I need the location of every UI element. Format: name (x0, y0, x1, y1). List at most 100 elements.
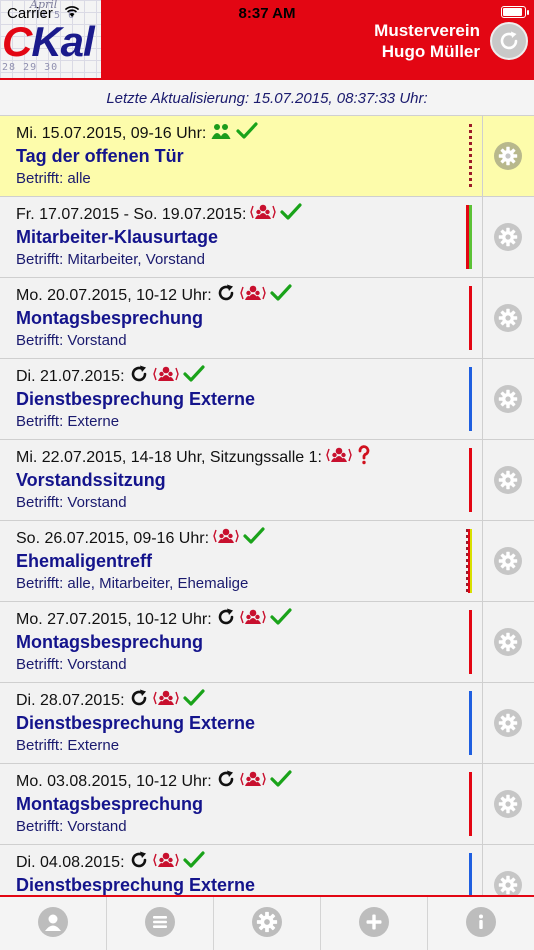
event-body: Fr. 17.07.2015 - So. 19.07.2015: Mitarbei… (16, 202, 464, 270)
event-settings-button[interactable] (494, 223, 522, 251)
event-settings-button[interactable] (494, 628, 522, 656)
tab-info[interactable] (428, 897, 534, 950)
event-title: Dienstbesprechung Externe (16, 875, 256, 895)
gear-icon (498, 632, 518, 652)
event-title: Mitarbeiter-Klausurtage (16, 227, 219, 247)
category-stripe (469, 691, 472, 755)
event-date: Mo. 03.08.2015, 10-12 Uhr: (16, 773, 212, 790)
event-body: So. 26.07.2015, 09-16 Uhr: Ehemaligentref… (16, 526, 464, 594)
event-row[interactable]: Di. 04.08.2015: Dienstbesprechung Externe (0, 845, 534, 895)
event-body: Mi. 22.07.2015, 14-18 Uhr, Sitzungssalle… (16, 444, 464, 513)
gear-icon (498, 389, 518, 409)
group-red-icon (239, 283, 266, 310)
event-row[interactable]: Mo. 27.07.2015, 10-12 Uhr: Montagsbesprec… (0, 602, 534, 683)
event-row[interactable]: Mo. 03.08.2015, 10-12 Uhr: Montagsbesprec… (0, 764, 534, 845)
event-settings-cell (482, 845, 534, 895)
category-stripes (466, 367, 472, 431)
check-icon (270, 769, 292, 795)
category-stripes (466, 772, 472, 836)
event-row[interactable]: Di. 21.07.2015: Dienstbesprechung Externe… (0, 359, 534, 440)
category-stripes (466, 529, 472, 593)
event-settings-cell (482, 116, 534, 196)
category-stripes (466, 124, 472, 188)
event-body: Di. 28.07.2015: Dienstbesprechung Externe… (16, 688, 464, 756)
category-stripes (466, 286, 472, 350)
event-body: Mi. 15.07.2015, 09-16 Uhr: Tag der offene… (16, 121, 464, 189)
check-icon (182, 850, 205, 876)
repeat-icon (216, 607, 236, 634)
event-settings-button[interactable] (494, 466, 522, 494)
event-row[interactable]: Mo. 20.07.2015, 10-12 Uhr: Montagsbesprec… (0, 278, 534, 359)
event-settings-button[interactable] (494, 709, 522, 737)
event-date: Fr. 17.07.2015 - So. 19.07.2015: (16, 206, 247, 223)
event-settings-cell (482, 278, 534, 358)
event-audience: Betrifft: alle (16, 170, 91, 187)
category-stripe (469, 772, 472, 836)
gear-icon (498, 308, 518, 328)
event-title: Montagsbesprechung (16, 308, 204, 328)
event-row[interactable]: Di. 28.07.2015: Dienstbesprechung Externe… (0, 683, 534, 764)
event-body: Mo. 27.07.2015, 10-12 Uhr: Montagsbesprec… (16, 607, 464, 675)
event-row[interactable]: So. 26.07.2015, 09-16 Uhr: Ehemaligentref… (0, 521, 534, 602)
gear-icon (498, 875, 518, 895)
event-settings-button[interactable] (494, 871, 522, 895)
event-audience: Betrifft: Mitarbeiter, Vorstand (16, 251, 205, 268)
refresh-icon (500, 31, 518, 50)
group-red-icon (152, 850, 179, 877)
event-date-line: Di. 21.07.2015: (16, 364, 464, 391)
list-icon (145, 907, 175, 937)
person-icon (38, 907, 68, 937)
status-time: 8:37 AM (238, 5, 296, 22)
category-stripe (469, 448, 472, 512)
event-title: Montagsbesprechung (16, 632, 204, 652)
event-title: Vorstandssitzung (16, 470, 166, 490)
category-stripes (466, 448, 472, 512)
event-date-line: Mi. 15.07.2015, 09-16 Uhr: (16, 121, 464, 145)
wifi-icon (64, 6, 80, 17)
event-settings-button[interactable] (494, 790, 522, 818)
group-red-icon (326, 445, 352, 472)
tab-list[interactable] (107, 897, 214, 950)
tab-settings[interactable] (214, 897, 321, 950)
group-red-icon (213, 526, 239, 553)
event-settings-button[interactable] (494, 142, 522, 170)
category-stripe (469, 205, 472, 269)
event-date-line: Mo. 03.08.2015, 10-12 Uhr: (16, 769, 464, 795)
check-icon (182, 688, 205, 714)
event-settings-cell (482, 197, 534, 277)
event-settings-button[interactable] (494, 385, 522, 413)
event-date-line: So. 26.07.2015, 09-16 Uhr: (16, 526, 464, 553)
event-body: Di. 04.08.2015: Dienstbesprechung Externe (16, 850, 464, 895)
group-red-icon (152, 364, 179, 391)
event-settings-button[interactable] (494, 547, 522, 575)
event-date: Di. 28.07.2015: (16, 692, 125, 709)
gear-icon (498, 470, 518, 490)
event-list: Mi. 15.07.2015, 09-16 Uhr: Tag der offene… (0, 116, 534, 895)
event-date: Mo. 20.07.2015, 10-12 Uhr: (16, 287, 212, 304)
tab-add[interactable] (321, 897, 428, 950)
event-audience: Betrifft: Vorstand (16, 494, 127, 511)
event-date-line: Mo. 20.07.2015, 10-12 Uhr: (16, 283, 464, 310)
gear-icon (498, 551, 518, 571)
event-row[interactable]: Mi. 15.07.2015, 09-16 Uhr: Tag der offene… (0, 116, 534, 197)
event-settings-button[interactable] (494, 304, 522, 332)
category-stripes (466, 205, 472, 269)
event-audience: Betrifft: Externe (16, 413, 120, 430)
tab-profile[interactable] (0, 897, 107, 950)
event-row[interactable]: Mi. 22.07.2015, 14-18 Uhr, Sitzungssalle… (0, 440, 534, 521)
group-red-icon (152, 688, 179, 715)
refresh-button[interactable] (490, 22, 528, 60)
event-date-line: Mi. 22.07.2015, 14-18 Uhr, Sitzungssalle… (16, 444, 464, 472)
gear-icon (252, 907, 282, 937)
user-name: Hugo Müller (381, 42, 480, 61)
repeat-icon (129, 850, 149, 877)
event-settings-cell (482, 521, 534, 601)
event-date: Mi. 22.07.2015, 14-18 Uhr, Sitzungssalle… (16, 449, 322, 466)
event-audience: Betrifft: alle, Mitarbeiter, Ehemalige (16, 575, 249, 592)
event-row[interactable]: Fr. 17.07.2015 - So. 19.07.2015: Mitarbei… (0, 197, 534, 278)
gear-icon (498, 227, 518, 247)
category-stripes (466, 853, 472, 895)
event-date: Di. 04.08.2015: (16, 854, 125, 871)
event-audience: Betrifft: Vorstand (16, 818, 127, 835)
category-stripe (470, 529, 472, 593)
